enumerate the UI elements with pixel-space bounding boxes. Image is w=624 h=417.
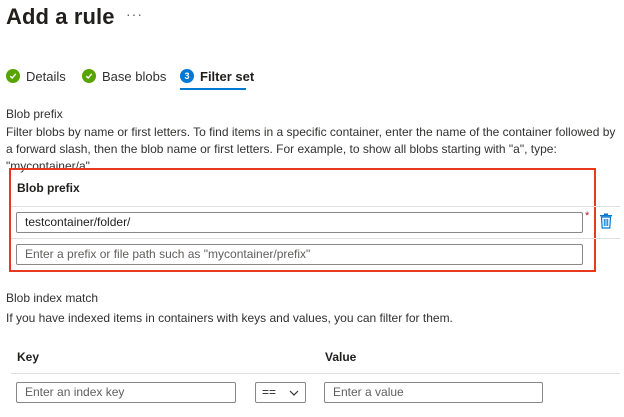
- delete-icon[interactable]: [599, 213, 613, 229]
- operator-value: ==: [262, 385, 277, 399]
- index-value-input[interactable]: Enter a value: [324, 382, 543, 403]
- tab-details[interactable]: Details: [6, 67, 66, 85]
- more-options-button[interactable]: ···: [126, 6, 143, 22]
- index-key-input[interactable]: Enter an index key: [16, 382, 236, 403]
- new-blob-prefix-input[interactable]: Enter a prefix or file path such as "myc…: [16, 244, 583, 265]
- check-icon: [6, 69, 20, 83]
- active-tab-indicator: [180, 88, 246, 90]
- divider: [11, 238, 620, 239]
- operator-dropdown[interactable]: ==: [255, 382, 306, 403]
- tab-label: Details: [26, 68, 66, 84]
- page-title: Add a rule: [6, 4, 115, 29]
- section-description: If you have indexed items in containers …: [6, 311, 453, 325]
- divider: [11, 206, 620, 207]
- column-label-key: Key: [17, 350, 40, 364]
- chevron-down-icon: [289, 390, 299, 396]
- section-heading-blob-prefix: Blob prefix: [6, 107, 63, 121]
- check-icon: [82, 69, 96, 83]
- tab-base-blobs[interactable]: Base blobs: [82, 67, 166, 85]
- section-heading-blob-index: Blob index match: [6, 291, 99, 305]
- divider: [11, 373, 620, 374]
- column-label-value: Value: [325, 350, 357, 364]
- column-label-blob-prefix: Blob prefix: [17, 181, 80, 195]
- blob-prefix-input[interactable]: testcontainer/folder/: [16, 212, 583, 233]
- tab-label: Base blobs: [102, 68, 167, 84]
- tab-filter-set[interactable]: 3 Filter set: [180, 67, 254, 85]
- step-number-badge: 3: [180, 69, 194, 83]
- tab-label: Filter set: [200, 68, 255, 84]
- required-marker: *: [585, 210, 590, 222]
